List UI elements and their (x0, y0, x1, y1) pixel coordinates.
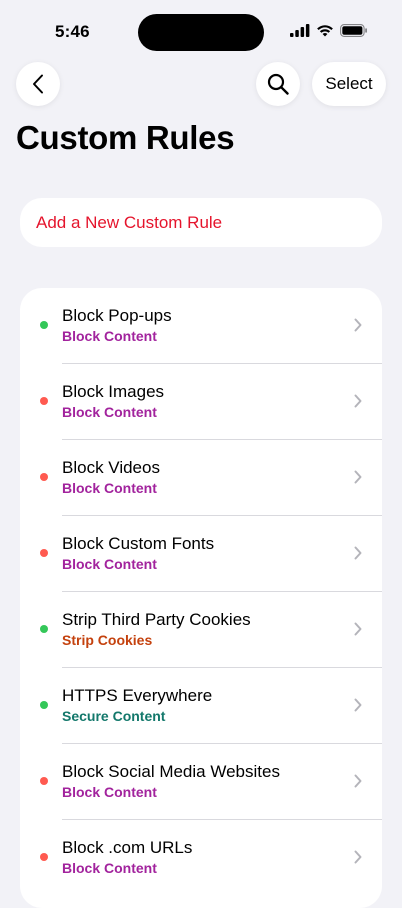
status-dot-disabled (40, 777, 48, 785)
rule-category: Block Content (62, 556, 157, 572)
rule-row[interactable]: Block Pop-ups Block Content (20, 288, 382, 364)
chevron-right-icon (354, 318, 362, 332)
rule-category: Block Content (62, 480, 157, 496)
search-button[interactable] (256, 62, 300, 106)
rules-list: Block Pop-ups Block Content Block Images Bl… (20, 288, 382, 908)
rule-row[interactable]: HTTPS Everywhere Secure Content (20, 668, 382, 744)
status-dot-enabled (40, 625, 48, 633)
chevron-left-icon (33, 74, 43, 94)
rule-category: Strip Cookies (62, 632, 153, 648)
chevron-right-icon (354, 546, 362, 560)
dynamic-island (138, 14, 264, 51)
chevron-right-icon (354, 698, 362, 712)
rule-category: Block Content (62, 404, 157, 420)
rule-row[interactable]: Block Videos Block Content (20, 440, 382, 516)
rule-category: Block Content (62, 328, 157, 344)
rule-row[interactable]: Block .com URLs Block Content (20, 820, 382, 896)
back-button[interactable] (16, 62, 60, 106)
rule-name: HTTPS Everywhere (62, 686, 213, 705)
rule-row[interactable]: Block Custom Fonts Block Content (20, 516, 382, 592)
status-dot-enabled (40, 321, 48, 329)
page-title: Custom Rules (16, 119, 235, 156)
rule-category: Block Content (62, 784, 157, 800)
chevron-right-icon (354, 622, 362, 636)
magnifying-glass-icon (267, 73, 289, 95)
chevron-right-icon (354, 850, 362, 864)
wifi-icon (317, 25, 333, 37)
rule-name: Block Custom Fonts (62, 534, 215, 553)
chevron-right-icon (354, 470, 362, 484)
rule-name: Block Videos (62, 458, 160, 477)
add-custom-rule-button[interactable]: Add a New Custom Rule (20, 198, 382, 247)
rule-name: Block Social Media Websites (62, 762, 280, 781)
rule-row[interactable]: Block Images Block Content (20, 364, 382, 440)
status-icons (290, 24, 368, 37)
rule-name: Block .com URLs (62, 838, 193, 857)
status-dot-enabled (40, 701, 48, 709)
battery-icon (340, 24, 367, 37)
status-dot-disabled (40, 853, 48, 861)
rule-category: Secure Content (62, 708, 166, 724)
status-dot-disabled (40, 397, 48, 405)
status-dot-disabled (40, 473, 48, 481)
rule-name: Block Images (62, 382, 165, 401)
cellular-signal-icon (290, 24, 310, 37)
status-bar: 5:46 (0, 0, 402, 60)
rule-name: Strip Third Party Cookies (62, 610, 251, 629)
status-time: 5:46 (55, 22, 90, 41)
chevron-right-icon (354, 394, 362, 408)
rule-row[interactable]: Strip Third Party Cookies Strip Cookies (20, 592, 382, 668)
chevron-right-icon (354, 774, 362, 788)
rule-name: Block Pop-ups (62, 306, 172, 325)
select-button[interactable]: Select (312, 62, 386, 106)
status-dot-disabled (40, 549, 48, 557)
rule-row[interactable]: Block Social Media Websites Block Content (20, 744, 382, 820)
